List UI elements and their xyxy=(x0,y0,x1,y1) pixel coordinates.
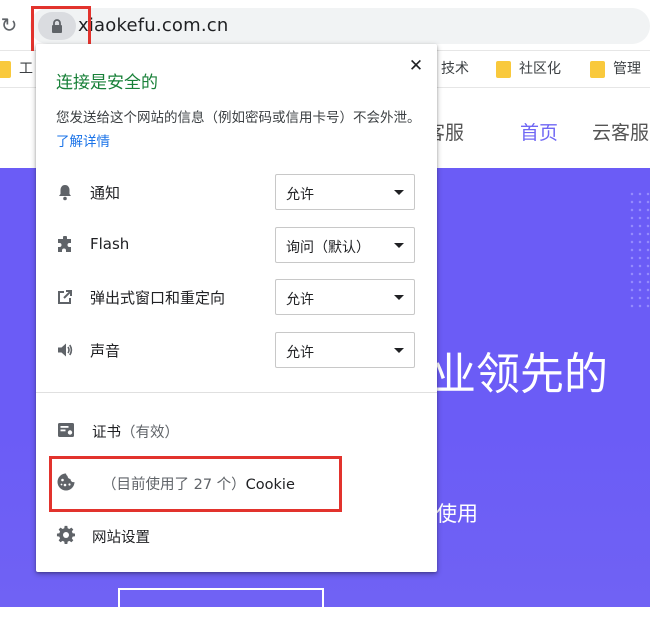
nav-item-cloud-service[interactable]: 云客服 xyxy=(592,118,649,145)
gear-icon xyxy=(56,525,75,544)
site-settings-row[interactable]: 网站设置 xyxy=(54,520,419,550)
permission-label: 弹出式窗口和重定向 xyxy=(90,289,226,307)
site-settings-label: 网站设置 xyxy=(92,530,150,546)
bookmark-item[interactable]: 管理 xyxy=(590,59,641,79)
security-description: 您发送给这个网站的信息（例如密码或信用卡号）不会外泄。 了解详情 xyxy=(56,110,421,150)
folder-icon xyxy=(0,60,11,78)
popup-redirect-icon xyxy=(58,290,72,304)
popup-title: 连接是安全的 xyxy=(56,73,158,93)
folder-icon xyxy=(590,60,605,78)
notifications-select[interactable]: 允许 xyxy=(275,174,415,210)
certificate-row[interactable]: 证书（有效） xyxy=(54,415,419,445)
sound-select[interactable]: 允许 xyxy=(275,332,415,368)
permission-label: 声音 xyxy=(90,342,121,360)
permission-row-flash: Flash 询问（默认） xyxy=(54,227,419,263)
permission-label: Flash xyxy=(90,235,130,253)
permission-row-popups: 弹出式窗口和重定向 允许 xyxy=(54,279,419,315)
popups-select[interactable]: 允许 xyxy=(275,279,415,315)
cookie-highlight-box xyxy=(49,456,342,512)
reload-icon[interactable]: ↻ xyxy=(0,14,18,36)
flash-select[interactable]: 询问（默认） xyxy=(275,227,415,263)
url-text[interactable]: xiaokefu.com.cn xyxy=(78,15,229,36)
hero-subtitle: 使用 xyxy=(436,502,478,526)
permission-row-sound: 声音 允许 xyxy=(54,332,419,368)
bookmark-item[interactable]: 社区化 xyxy=(496,59,561,79)
puzzle-icon xyxy=(58,236,71,252)
hero-button[interactable] xyxy=(118,588,324,628)
close-icon[interactable]: ✕ xyxy=(408,58,424,75)
dropdown-arrow-icon xyxy=(394,348,404,353)
speaker-icon xyxy=(58,343,73,357)
divider xyxy=(36,392,437,393)
hero-dot-pattern xyxy=(628,190,650,310)
nav-item-home[interactable]: 首页 xyxy=(520,118,558,145)
folder-icon xyxy=(496,60,511,78)
learn-more-link[interactable]: 了解详情 xyxy=(56,134,110,150)
dropdown-arrow-icon xyxy=(394,243,404,248)
hero-title: 业领先的 xyxy=(432,349,608,400)
permission-row-notifications: 通知 允许 xyxy=(54,174,419,210)
certificate-label: 证书（有效） xyxy=(92,425,179,441)
dropdown-arrow-icon xyxy=(394,190,404,195)
certificate-icon xyxy=(58,423,74,437)
bookmark-item[interactable]: 工 xyxy=(0,59,33,79)
bell-icon xyxy=(59,185,71,201)
dropdown-arrow-icon xyxy=(394,295,404,300)
permission-label: 通知 xyxy=(90,184,121,202)
